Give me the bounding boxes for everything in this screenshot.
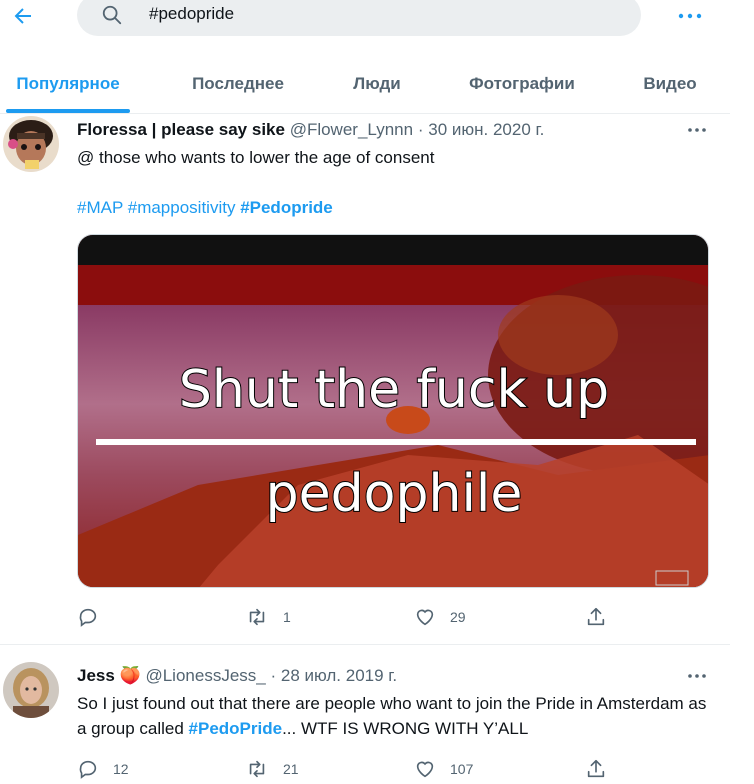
tweet-date[interactable]: 28 июл. 2019 г. bbox=[281, 666, 397, 685]
tweet-date[interactable]: 30 июн. 2020 г. bbox=[428, 120, 544, 139]
tweet-more-button[interactable] bbox=[680, 120, 714, 140]
reply-count: 12 bbox=[113, 761, 129, 777]
search-tabs: Популярное Последнее Люди Фотографии Вид… bbox=[0, 55, 730, 114]
more-horizontal-icon bbox=[688, 128, 706, 132]
tab-videos[interactable]: Видео bbox=[630, 55, 710, 113]
meme-caption-line1: Shut the fuck up bbox=[179, 360, 609, 420]
retweet-icon bbox=[249, 608, 265, 626]
tab-latest[interactable]: Последнее bbox=[180, 55, 296, 113]
like-button[interactable]: 107 bbox=[414, 754, 473, 784]
avatar[interactable] bbox=[3, 116, 59, 172]
tab-top[interactable]: Популярное bbox=[6, 55, 130, 113]
avatar[interactable] bbox=[3, 662, 59, 718]
search-bar[interactable]: #pedopride bbox=[77, 0, 641, 36]
separator-dot: · bbox=[417, 120, 424, 139]
search-icon bbox=[102, 5, 122, 25]
arrow-left-icon bbox=[14, 8, 31, 24]
tweet-text: @ those who wants to lower the age of co… bbox=[77, 145, 717, 220]
retweet-count: 21 bbox=[283, 761, 299, 777]
meme-caption-line2: pedophile bbox=[266, 464, 523, 524]
tab-people[interactable]: Люди bbox=[340, 55, 414, 113]
tab-label: Видео bbox=[643, 74, 697, 93]
tweet-header: Floressa | please say sike @Flower_Lynnn… bbox=[77, 120, 544, 140]
back-button[interactable] bbox=[6, 0, 40, 32]
more-horizontal-icon bbox=[688, 674, 706, 678]
tab-label: Последнее bbox=[192, 74, 284, 93]
tweet-text-part: ... WTF IS WRONG WITH Y’ALL bbox=[282, 719, 529, 738]
user-handle[interactable]: @LionessJess_ bbox=[145, 666, 265, 685]
more-horizontal-icon bbox=[678, 13, 702, 19]
tweet-header: Jess 🍑 @LionessJess_ · 28 июл. 2019 г. bbox=[77, 666, 397, 686]
tweet-actions: 12 21 107 bbox=[77, 754, 637, 784]
search-input[interactable]: #pedopride bbox=[149, 4, 234, 24]
like-count: 107 bbox=[450, 761, 474, 777]
reply-button[interactable]: 12 bbox=[77, 754, 129, 784]
more-options-button[interactable] bbox=[672, 2, 708, 30]
share-icon bbox=[587, 759, 605, 778]
hashtag-link[interactable]: #MAP bbox=[77, 198, 123, 217]
peach-emoji: 🍑 bbox=[119, 666, 141, 685]
share-button[interactable] bbox=[585, 602, 607, 632]
tweet-text: So I just found out that there are peopl… bbox=[77, 691, 717, 741]
tab-label: Фотографии bbox=[469, 74, 575, 93]
tab-label: Популярное bbox=[16, 74, 120, 93]
user-handle[interactable]: @Flower_Lynnn bbox=[290, 120, 413, 139]
retweet-button[interactable]: 1 bbox=[245, 602, 291, 632]
tweet[interactable]: Jess 🍑 @LionessJess_ · 28 июл. 2019 г. S… bbox=[0, 645, 730, 784]
hashtag-link[interactable]: #Pedopride bbox=[240, 198, 333, 217]
display-name[interactable]: Floressa | please say sike bbox=[77, 120, 285, 139]
heart-icon bbox=[416, 609, 434, 626]
retweet-icon bbox=[249, 760, 265, 778]
like-count: 29 bbox=[450, 609, 466, 625]
separator-dot: · bbox=[270, 666, 277, 685]
retweet-button[interactable]: 21 bbox=[245, 754, 299, 784]
top-bar: #pedopride bbox=[0, 0, 754, 42]
heart-icon bbox=[416, 761, 434, 778]
tweet-media-image[interactable]: Shut the fuck up pedophile bbox=[77, 234, 709, 588]
hashtag-link[interactable]: #mappositivity bbox=[128, 198, 236, 217]
meme-image: Shut the fuck up pedophile bbox=[78, 235, 708, 587]
tweet-text-line: @ those who wants to lower the age of co… bbox=[77, 148, 435, 167]
hashtag-line: #MAP #mappositivity #Pedopride bbox=[77, 195, 717, 220]
tweet-more-button[interactable] bbox=[680, 666, 714, 686]
share-button[interactable] bbox=[585, 754, 607, 784]
reply-icon bbox=[79, 608, 97, 627]
active-tab-indicator bbox=[6, 109, 130, 113]
avatar-image bbox=[3, 662, 59, 718]
avatar-image bbox=[3, 116, 59, 172]
like-button[interactable]: 29 bbox=[414, 602, 466, 632]
tab-label: Люди bbox=[353, 74, 401, 93]
tweet-actions: 1 29 bbox=[77, 602, 637, 632]
tweet[interactable]: Floressa | please say sike @Flower_Lynnn… bbox=[0, 114, 730, 645]
display-name[interactable]: Jess bbox=[77, 666, 115, 685]
tab-photos[interactable]: Фотографии bbox=[456, 55, 588, 113]
reply-icon bbox=[79, 760, 97, 779]
retweet-count: 1 bbox=[283, 609, 291, 625]
share-icon bbox=[587, 607, 605, 626]
reply-button[interactable] bbox=[77, 602, 113, 632]
hashtag-link[interactable]: #PedoPride bbox=[189, 719, 283, 738]
